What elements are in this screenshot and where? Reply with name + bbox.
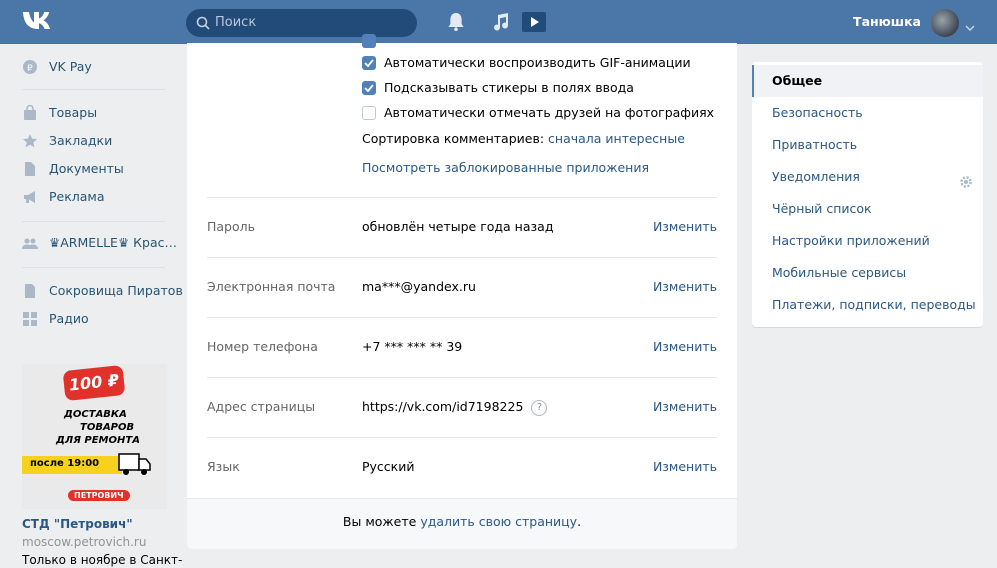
- delete-page-footer: Вы можете удалить свою страницу.: [187, 498, 737, 549]
- divider: [22, 221, 165, 222]
- page-address: https://vk.com/id7198225: [362, 399, 524, 414]
- menu-item-privacy[interactable]: Приватность: [752, 129, 983, 161]
- row-label: Язык: [207, 459, 240, 474]
- menu-item-label: Уведомления: [772, 169, 860, 184]
- ad-line-2: ТОВАРОВ: [80, 422, 135, 433]
- row-label: Адрес страницы: [207, 399, 316, 414]
- settings-row-address: Адрес страницы https://vk.com/id7198225?…: [207, 377, 717, 438]
- checkbox-unchecked[interactable]: [362, 106, 376, 120]
- settings-row-password: Пароль обновлён четыре года назад Измени…: [207, 197, 717, 258]
- row-label: Номер телефона: [207, 339, 318, 354]
- apps-icon: [22, 311, 38, 327]
- svg-text:₽: ₽: [27, 64, 33, 74]
- document-icon: [22, 161, 38, 177]
- bell-icon[interactable]: [447, 12, 465, 35]
- footer-text: Вы можете удалить свою страницу.: [342, 514, 582, 529]
- settings-menu: Общее Безопасность Приватность Уведомлен…: [752, 62, 983, 327]
- menu-item-blacklist[interactable]: Чёрный список: [752, 193, 983, 225]
- play-icon[interactable]: [521, 11, 547, 36]
- settings-row-language: Язык Русский Изменить: [207, 437, 717, 498]
- menu-item-payments[interactable]: Платежи, подписки, переводы: [752, 289, 983, 321]
- menu-item-notifications[interactable]: Уведомления: [752, 161, 983, 193]
- megaphone-icon: [22, 189, 38, 205]
- menu-item-general[interactable]: Общее: [752, 65, 983, 97]
- chevron-down-icon[interactable]: [965, 19, 975, 34]
- row-value: Русский: [362, 459, 415, 474]
- comment-sort-dropdown[interactable]: сначала интересные: [548, 131, 685, 146]
- settings-row-phone: Номер телефона +7 *** *** ** 39 Изменить: [207, 317, 717, 378]
- avatar[interactable]: [931, 9, 959, 37]
- ad-title[interactable]: СТД "Петрович": [22, 517, 167, 531]
- ad-block[interactable]: 100 ₽ ДОСТАВКА ТОВАРОВ ДЛЯ РЕМОНТА после…: [22, 364, 183, 567]
- divider: [22, 89, 165, 90]
- user-name[interactable]: Танюшка: [853, 14, 921, 29]
- comment-sort: Сортировка комментариев: сначала интерес…: [362, 131, 685, 146]
- ad-domain: moscow.petrovich.ru: [22, 535, 147, 549]
- top-bar: Поиск Танюшка: [0, 0, 997, 44]
- checkbox-checked[interactable]: [362, 56, 376, 70]
- row-value: +7 *** *** ** 39: [362, 339, 463, 354]
- music-icon[interactable]: [492, 12, 510, 35]
- row-value: https://vk.com/id7198225?: [362, 399, 548, 416]
- ad-time: после 19:00: [30, 458, 100, 469]
- row-label: Электронная почта: [207, 279, 336, 294]
- ad-text: Только в ноябре в Санкт-: [22, 553, 183, 567]
- ad-brand: ПЕТРОВИЧ: [68, 490, 130, 501]
- comment-sort-label: Сортировка комментариев:: [362, 131, 545, 146]
- checkbox-checked[interactable]: [362, 81, 376, 95]
- settings-card: Автоматически воспроизводить GIF-анимаци…: [187, 34, 737, 549]
- divider: [22, 267, 165, 268]
- change-password-link[interactable]: Изменить: [653, 219, 717, 234]
- help-icon[interactable]: ?: [531, 399, 548, 416]
- menu-item-app-settings[interactable]: Настройки приложений: [752, 225, 983, 257]
- menu-item-mobile[interactable]: Мобильные сервисы: [752, 257, 983, 289]
- ad-image[interactable]: 100 ₽ ДОСТАВКА ТОВАРОВ ДЛЯ РЕМОНТА после…: [22, 364, 167, 509]
- star-icon: [22, 133, 38, 149]
- settings-row-email: Электронная почта ma***@yandex.ru Измени…: [207, 257, 717, 318]
- row-label: Пароль: [207, 219, 255, 234]
- change-email-link[interactable]: Изменить: [653, 279, 717, 294]
- checkbox[interactable]: [362, 34, 376, 48]
- group-icon: [22, 235, 38, 251]
- menu-item-security[interactable]: Безопасность: [752, 97, 983, 129]
- row-value: ma***@yandex.ru: [362, 279, 476, 294]
- vk-logo[interactable]: [21, 9, 55, 34]
- ad-line-1: ДОСТАВКА: [64, 409, 127, 420]
- delete-page-link[interactable]: удалить свою страницу: [420, 514, 577, 529]
- ad-line-3: ДЛЯ РЕМОНТА: [56, 435, 140, 446]
- search-input[interactable]: Поиск: [186, 9, 417, 37]
- search-placeholder: Поиск: [215, 15, 257, 30]
- search-icon: [196, 16, 210, 33]
- bag-icon: [22, 104, 38, 121]
- change-phone-link[interactable]: Изменить: [653, 339, 717, 354]
- row-value: обновлён четыре года назад: [362, 219, 554, 234]
- truck-icon: [118, 450, 152, 483]
- vk-pay-icon: ₽: [22, 59, 38, 75]
- game-icon: [22, 283, 38, 299]
- blocked-apps-link[interactable]: Посмотреть заблокированные приложения: [362, 160, 649, 175]
- change-language-link[interactable]: Изменить: [653, 459, 717, 474]
- change-address-link[interactable]: Изменить: [653, 399, 717, 414]
- ad-price-badge: 100 ₽: [62, 364, 126, 402]
